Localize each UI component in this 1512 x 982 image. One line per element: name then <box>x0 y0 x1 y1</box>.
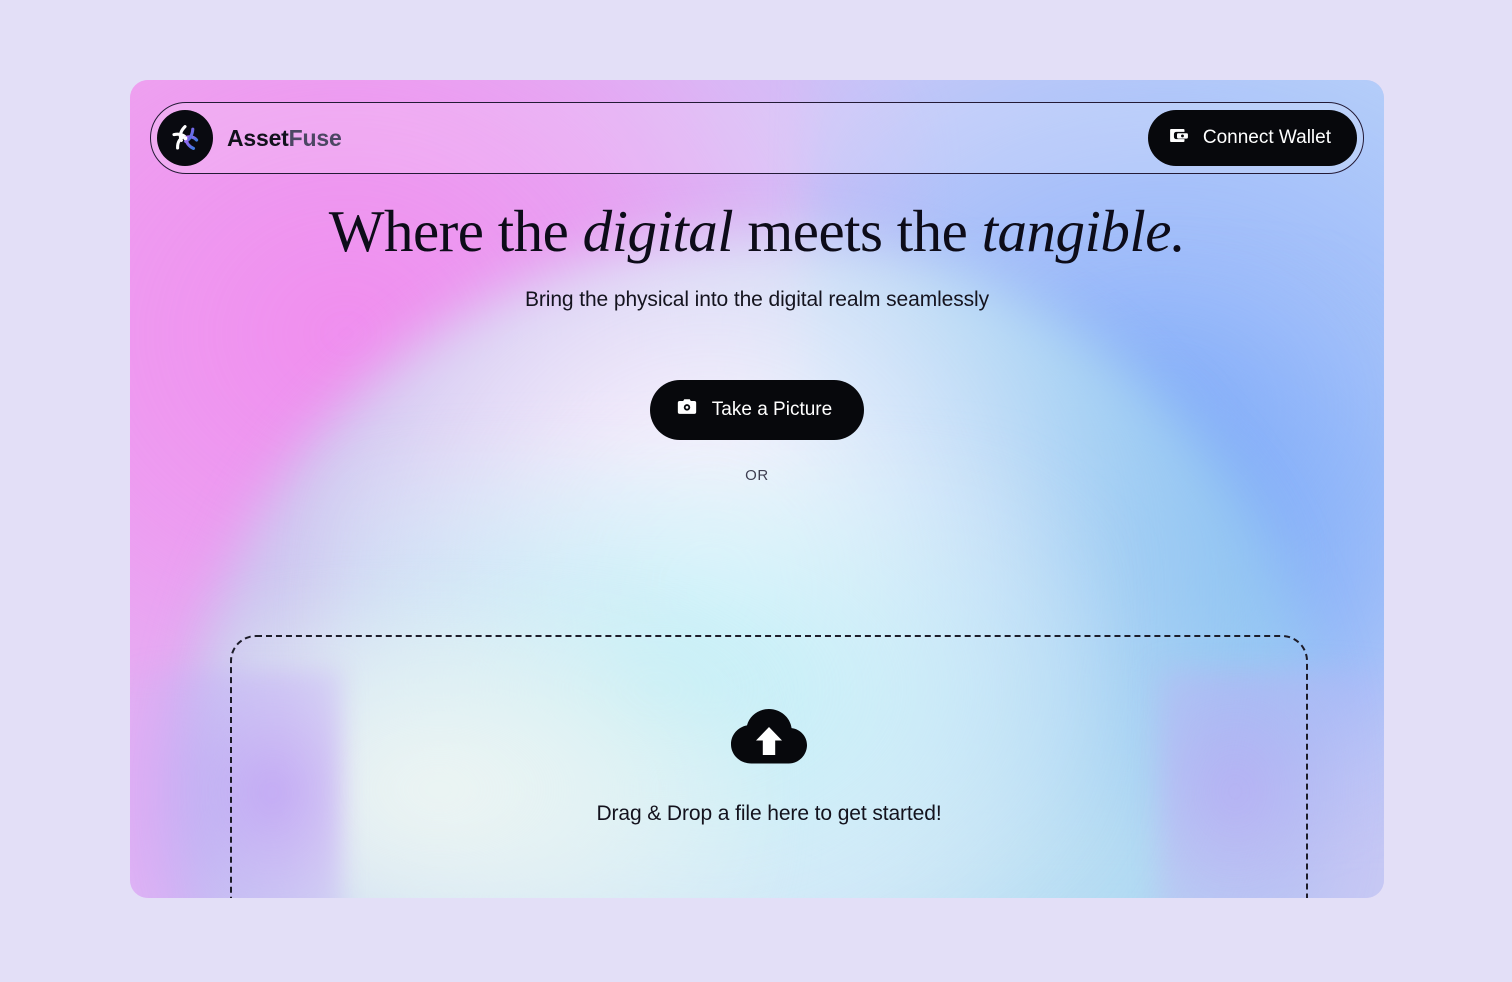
wallet-icon <box>1168 124 1191 153</box>
headline-part-1: Where the <box>328 198 583 264</box>
headline-emphasis-2: tangible. <box>981 198 1186 264</box>
brand-name-part-1: Asset <box>227 124 289 151</box>
take-picture-label: Take a Picture <box>711 399 833 421</box>
brand-name: AssetFuse <box>227 125 342 152</box>
dropzone-label: Drag & Drop a file here to get started! <box>596 802 942 825</box>
headline-emphasis-1: digital <box>582 198 734 264</box>
connect-wallet-button[interactable]: Connect Wallet <box>1147 110 1357 166</box>
header-bar: AssetFuse Connect Wallet <box>150 102 1364 174</box>
headline-part-2: meets the <box>733 198 982 264</box>
brand[interactable]: AssetFuse <box>157 110 342 166</box>
take-picture-button[interactable]: Take a Picture <box>649 380 865 441</box>
page-title: Where the digital meets the tangible. <box>328 198 1186 264</box>
page-subtitle: Bring the physical into the digital real… <box>524 288 990 312</box>
file-dropzone[interactable]: Drag & Drop a file here to get started! <box>230 635 1308 898</box>
hero-section: Where the digital meets the tangible. Br… <box>130 198 1384 484</box>
camera-icon <box>676 396 698 424</box>
or-divider: OR <box>745 467 769 485</box>
app-card: AssetFuse Connect Wallet Where the digit… <box>130 80 1384 898</box>
cloud-upload-icon <box>729 705 809 772</box>
atom-logo-icon <box>157 110 213 166</box>
connect-wallet-label: Connect Wallet <box>1202 127 1331 148</box>
brand-name-part-2: Fuse <box>288 124 342 151</box>
